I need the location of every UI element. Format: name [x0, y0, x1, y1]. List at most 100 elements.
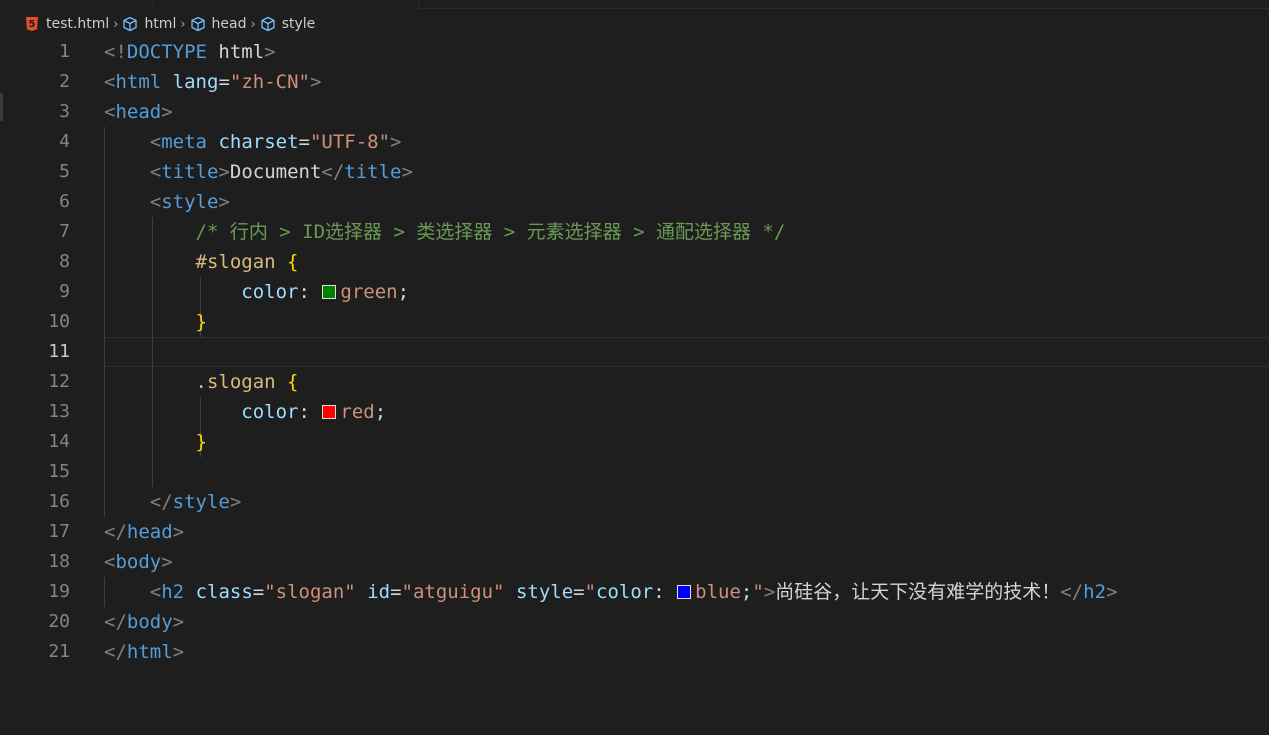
tag-bracket: </: [104, 521, 127, 543]
code-text: :: [298, 401, 322, 423]
code-line[interactable]: 14 }: [0, 427, 1269, 457]
string-value: ": [752, 581, 764, 603]
code-line[interactable]: 1 <!DOCTYPE html>: [0, 37, 1269, 67]
code-content: color: red;: [104, 397, 386, 427]
brace: }: [195, 311, 207, 333]
string-value: "slogan": [264, 581, 356, 603]
code-line[interactable]: 5 <title>Document</title>: [0, 157, 1269, 187]
code-line[interactable]: 7 /* 行内 > ID选择器 > 类选择器 > 元素选择器 > 通配选择器 *…: [0, 217, 1269, 247]
line-number: 6: [59, 191, 70, 212]
code-line[interactable]: 17 </head>: [0, 517, 1269, 547]
color-swatch-green[interactable]: [322, 285, 337, 299]
code-content: </head>: [104, 517, 184, 547]
breadcrumb-label: test.html: [46, 16, 110, 32]
code-line[interactable]: 21 </html>: [0, 637, 1269, 667]
breadcrumb-item-head[interactable]: head: [190, 16, 246, 32]
code-content: /* 行内 > ID选择器 > 类选择器 > 元素选择器 > 通配选择器 */: [104, 217, 786, 247]
code-content: <head>: [104, 97, 173, 127]
code-line[interactable]: 10 }: [0, 307, 1269, 337]
tag-bracket: >: [172, 611, 185, 633]
code-content: <!DOCTYPE html>: [104, 37, 276, 67]
tag-name: style: [161, 191, 219, 213]
css-property: color: [241, 281, 299, 303]
code-line[interactable]: 2 <html lang="zh-CN">: [0, 67, 1269, 97]
breadcrumb-item-style[interactable]: style: [260, 16, 315, 32]
tag-bracket: >: [218, 191, 230, 213]
attribute-name: class: [195, 581, 253, 603]
brace: }: [195, 431, 207, 453]
attribute-name: id: [367, 581, 391, 603]
code-line[interactable]: 4 <meta charset="UTF-8">: [0, 127, 1269, 157]
tag-bracket: >: [161, 551, 173, 573]
color-swatch-blue[interactable]: [677, 585, 692, 599]
tag-name: style: [172, 491, 230, 513]
tag-bracket: >: [172, 641, 185, 663]
code-content: <title>Document</title>: [104, 157, 413, 187]
line-number: 13: [48, 401, 70, 422]
tag-bracket: >: [763, 581, 776, 603]
code-line[interactable]: 6 <style>: [0, 187, 1269, 217]
tag-bracket: >: [229, 491, 242, 513]
line-number: 18: [48, 551, 70, 572]
code-content: #slogan {: [104, 247, 299, 277]
brace: {: [287, 251, 299, 273]
code-text: :: [653, 581, 677, 603]
code-line[interactable]: 19 <h2 class="slogan" id="atguigu" style…: [0, 577, 1269, 607]
code-text: ;: [397, 281, 410, 303]
code-content: <style>: [104, 187, 230, 217]
code-editor[interactable]: 1 <!DOCTYPE html> 2 <html lang="zh-CN"> 3 <he…: [0, 37, 1269, 667]
tag-bracket: </: [104, 611, 127, 633]
line-number: 11: [48, 341, 70, 362]
code-line[interactable]: 9 color: green;: [0, 277, 1269, 307]
code-text: =: [573, 581, 585, 603]
code-line[interactable]: 15: [0, 457, 1269, 487]
tag-bracket: </: [149, 491, 173, 513]
string-value: "UTF-8": [309, 131, 391, 153]
css-selector: #slogan: [195, 251, 276, 273]
tab-divider: [153, 0, 419, 9]
line-number: 2: [59, 71, 70, 92]
tag-name: h2: [161, 581, 185, 603]
breadcrumb-item-file[interactable]: 5 test.html: [26, 16, 109, 32]
code-line[interactable]: 16 </style>: [0, 487, 1269, 517]
line-number: 4: [59, 131, 70, 152]
code-line[interactable]: 20 </body>: [0, 607, 1269, 637]
breadcrumb-item-html[interactable]: html: [122, 16, 176, 32]
code-line[interactable]: 13 color: red;: [0, 397, 1269, 427]
tag-bracket: >: [390, 131, 402, 153]
code-content: .slogan {: [104, 367, 299, 397]
chevron-right-icon: ›: [250, 16, 256, 32]
line-number: 14: [48, 431, 70, 452]
line-number: 3: [59, 101, 70, 122]
css-selector: .slogan: [195, 371, 276, 393]
code-content: <h2 class="slogan" id="atguigu" style="c…: [104, 577, 1118, 607]
code-text: Document: [229, 161, 322, 183]
code-content: }: [104, 307, 207, 337]
tag-bracket: >: [401, 161, 413, 183]
tag-name: html: [126, 641, 173, 663]
code-line[interactable]: 18 <body>: [0, 547, 1269, 577]
code-content: </body>: [104, 607, 184, 637]
css-value: blue: [695, 581, 741, 603]
code-line[interactable]: 8 #slogan {: [0, 247, 1269, 277]
attribute-name: lang: [172, 71, 219, 93]
code-line[interactable]: 12 .slogan {: [0, 367, 1269, 397]
color-swatch-red[interactable]: [322, 405, 337, 419]
code-text: html: [218, 41, 265, 63]
code-line[interactable]: 3 <head>: [0, 97, 1269, 127]
code-line[interactable]: 11: [0, 337, 1269, 367]
code-text: =: [390, 581, 402, 603]
